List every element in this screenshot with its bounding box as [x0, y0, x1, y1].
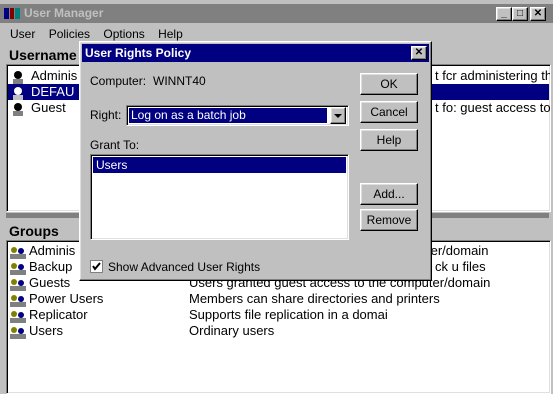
- advanced-rights-label[interactable]: Show Advanced User Rights: [108, 260, 260, 274]
- chevron-down-icon[interactable]: [330, 107, 346, 124]
- grant-to-list[interactable]: Users: [90, 154, 349, 240]
- computer-label: Computer:: [90, 74, 147, 88]
- add-button[interactable]: Add...: [360, 183, 418, 205]
- menu-help[interactable]: Help: [158, 27, 183, 41]
- menu-user[interactable]: User: [10, 27, 35, 41]
- user-icon: [11, 70, 27, 84]
- right-label: Right:: [90, 108, 122, 122]
- dialog-title: User Rights Policy: [85, 46, 192, 60]
- advanced-rights-checkbox[interactable]: [90, 260, 103, 273]
- menu-bar: User Policies Options Help: [10, 26, 193, 42]
- list-item[interactable]: Replicator Supports file replication in …: [9, 307, 548, 323]
- group-icon: [9, 277, 26, 291]
- user-icon: [11, 102, 27, 116]
- group-icon: [9, 245, 26, 259]
- close-button[interactable]: ✕: [530, 7, 546, 21]
- right-dropdown-value: Log on as a batch job: [129, 108, 327, 123]
- computer-value: WINNT40: [153, 74, 206, 88]
- group-icon: [9, 293, 26, 307]
- user-rights-dialog: User Rights Policy ✕ Computer: WINNT40 R…: [79, 41, 432, 281]
- menu-policies[interactable]: Policies: [49, 27, 90, 41]
- group-icon: [9, 309, 26, 323]
- user-icon: [11, 86, 27, 100]
- groups-header: Groups: [9, 223, 59, 239]
- group-icon: [9, 261, 26, 275]
- maximize-button[interactable]: □: [512, 7, 528, 21]
- list-item[interactable]: Users Ordinary users: [9, 323, 548, 339]
- window-title: User Manager: [24, 6, 104, 20]
- checkmark-icon: [92, 262, 101, 271]
- dialog-title-bar: User Rights Policy ✕: [82, 44, 429, 62]
- users-header: Username: [9, 47, 77, 63]
- remove-button[interactable]: Remove: [360, 209, 418, 231]
- group-icon: [9, 325, 26, 339]
- list-item[interactable]: Users: [93, 157, 346, 173]
- grant-to-label: Grant To:: [90, 138, 140, 152]
- list-item[interactable]: Power Users Members can share directorie…: [9, 291, 548, 307]
- dialog-close-button[interactable]: ✕: [411, 46, 427, 60]
- window-title-bar: User Manager _ □ ✕: [0, 4, 553, 23]
- app-icon: [4, 7, 20, 20]
- menu-options[interactable]: Options: [103, 27, 144, 41]
- minimize-button[interactable]: _: [496, 7, 512, 21]
- right-dropdown[interactable]: Log on as a batch job: [126, 105, 349, 126]
- ok-button[interactable]: OK: [360, 73, 418, 95]
- cancel-button[interactable]: Cancel: [360, 101, 418, 123]
- help-button[interactable]: Help: [360, 129, 418, 151]
